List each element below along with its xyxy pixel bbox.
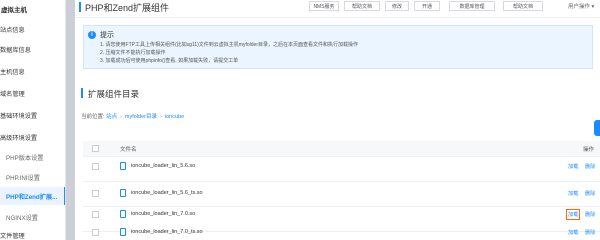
sidebar-item-site-info[interactable]: 站点信息 [0,20,65,38]
sidebar-item-basic-env[interactable]: 基础环境设置 [0,106,65,124]
section-accent [81,88,83,98]
header-ops: 操作 [583,147,595,153]
header-filename: 文件名 [120,147,137,153]
notice-line-2: 2. 压缩文件不能执行加载操作 [100,50,166,56]
notice-line-1: 1. 请您使用FTP工具上传相关组件(比如sg11)文件到云虚拟主机myfold… [100,42,358,48]
sidebar-item-domain[interactable]: 域名管理 [0,84,65,102]
notice-line-3: 3. 加载成功后可使用phpinfo()查看, 如果加载失败，请提交工单 [100,58,239,64]
sidebar-item-file-manager[interactable]: 文件管理 [0,226,65,240]
file-name: ioncube_loader_lin_5.6_ts.so [131,190,203,196]
delete-link[interactable]: 删除 [585,190,595,197]
delete-link[interactable]: 删除 [585,229,595,236]
breadcrumb-prefix: 当前位置: [81,114,105,120]
file-icon [120,210,126,218]
breadcrumb-myfolder[interactable]: myfolder目录 [125,114,157,120]
file-name: ioncube_loader_lin_5.6.so [131,163,196,169]
file-name: ioncube_loader_lin_7.0.so [131,211,196,217]
main-panel: PHP和Zend扩展组件 NMS服务 帮助文档 修改 开通 数据库管理 帮助文档… [75,0,600,240]
toolbar-button-6[interactable]: 帮助文档 [503,1,543,11]
side-float-tab[interactable] [594,120,600,136]
file-icon [120,189,126,197]
file-icon [120,228,126,236]
sidebar-scrollbar[interactable] [66,0,75,240]
top-bar: PHP和Zend扩展组件 NMS服务 帮助文档 修改 开通 数据库管理 帮助文档… [75,0,600,18]
row-checkbox[interactable] [92,190,99,197]
breadcrumb-separator: › [160,114,162,120]
title-accent [79,2,81,12]
sidebar-item-advanced-env[interactable]: 高级环境设置 [0,128,65,146]
sidebar-header: 虚拟主机 [1,7,27,14]
delete-link[interactable]: 删除 [585,163,595,170]
delete-link[interactable]: 删除 [585,211,595,218]
breadcrumb-site[interactable]: 站点 [106,114,117,120]
sidebar-item-php-ini[interactable]: PHP.INI设置 [0,168,65,186]
toolbar-button-3[interactable]: 修改 [385,1,409,11]
row-checkbox[interactable] [92,163,99,170]
info-icon: i [88,31,96,39]
toolbar-button-2[interactable]: 帮助文档 [344,1,380,11]
toolbar-button-1[interactable]: NMS服务 [309,1,339,11]
notice-title: 提示 [100,32,114,39]
row-checkbox[interactable] [92,211,99,218]
sidebar-item-host-info[interactable]: 主机信息 [0,62,65,80]
breadcrumb-ioncube[interactable]: ioncube [165,114,184,120]
file-icon [120,162,126,170]
notice-box: i 提示 1. 请您使用FTP工具上传相关组件(比如sg11)文件到云虚拟主机m… [83,25,593,69]
toolbar-button-4[interactable]: 开通 [414,1,440,11]
select-all-checkbox[interactable] [92,145,99,152]
sidebar: 虚拟主机 站点信息 数据库信息 主机信息 域名管理 基础环境设置 高级环境设置 … [0,0,66,240]
sidebar-item-nginx[interactable]: NGINX设置 [0,208,65,226]
load-link[interactable]: 加载 [568,190,578,197]
toolbar-button-5[interactable]: 数据库管理 [449,1,495,11]
load-link[interactable]: 加载 [568,229,578,236]
load-link[interactable]: 加载 [568,163,578,170]
page-title: PHP和Zend扩展组件 [85,3,170,13]
table-row: ioncube_loader_lin_7.0_ts.so 加载 删除 [83,225,600,240]
table-header: 文件名 操作 [83,141,600,157]
breadcrumb: 当前位置: 站点 › myfolder目录 › ioncube [81,112,184,120]
file-name: ioncube_loader_lin_7.0_ts.so [131,229,203,235]
section-title: 扩展组件目录 [88,89,140,99]
table-row: ioncube_loader_lin_5.6_ts.so 加载 删除 [83,182,600,207]
sidebar-item-php-zend[interactable]: PHP和Zend扩展... [0,187,65,205]
sidebar-item-database-info[interactable]: 数据库信息 [0,40,65,58]
sidebar-item-php-version[interactable]: PHP版本设置 [0,148,65,166]
breadcrumb-separator: › [120,114,122,120]
table-row: ioncube_loader_lin_5.6.so 加载 删除 [83,157,600,182]
load-link-highlighted[interactable]: 加载 [566,209,581,220]
row-checkbox[interactable] [92,229,99,236]
user-menu[interactable]: 用户操作 ▾ [568,2,594,10]
